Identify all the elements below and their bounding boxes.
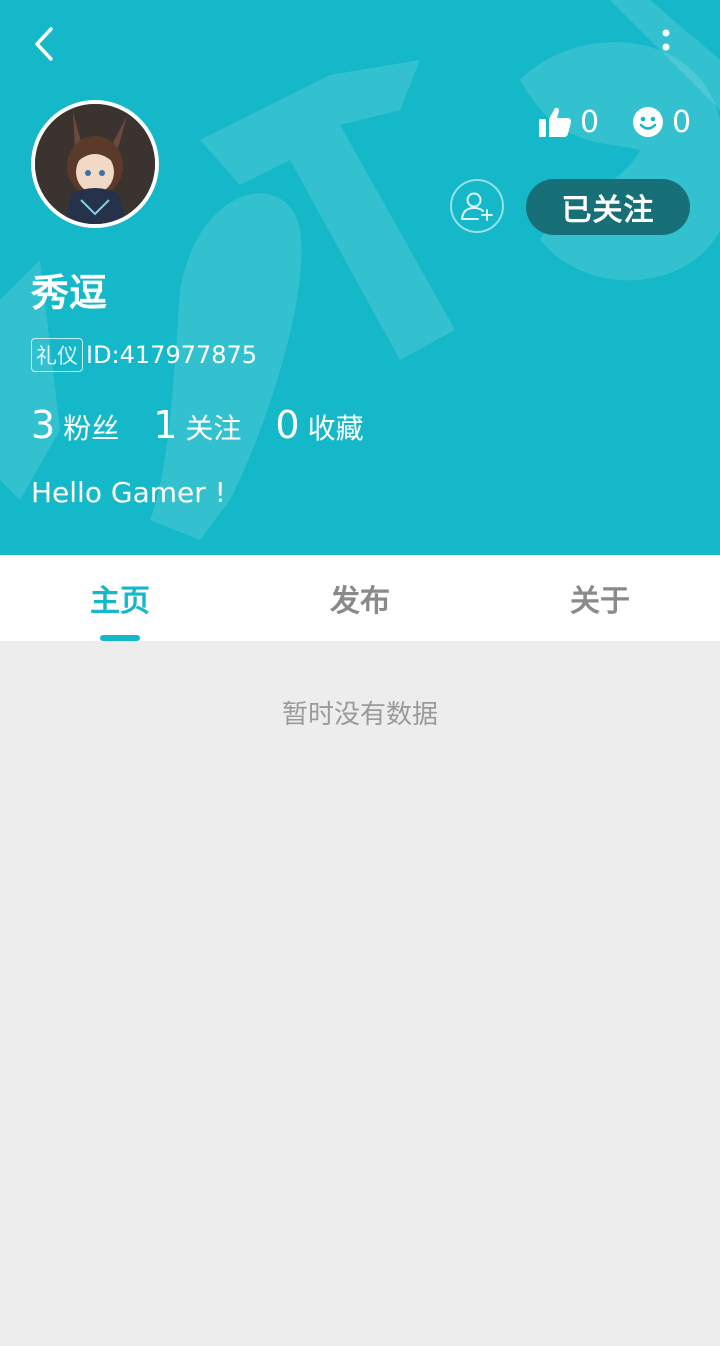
- following-count[interactable]: 1: [153, 403, 177, 447]
- profile-tabs: 主页 发布 关于: [0, 555, 720, 641]
- user-id-row: 礼仪 ID:417977875: [31, 338, 257, 372]
- tab-about-label: 关于: [570, 584, 630, 619]
- add-user-icon: [461, 192, 493, 221]
- back-button[interactable]: [24, 22, 64, 66]
- add-friend-button[interactable]: [450, 179, 504, 233]
- user-id: ID:417977875: [86, 341, 258, 369]
- avatar[interactable]: [31, 100, 159, 228]
- tab-posts[interactable]: 发布: [240, 555, 480, 641]
- avatar-image: [35, 104, 155, 224]
- thumbs-up-icon: [539, 107, 571, 137]
- empty-state-text: 暂时没有数据: [281, 700, 438, 730]
- tab-home-label: 主页: [90, 584, 150, 619]
- smiley-icon: [633, 107, 663, 137]
- tab-posts-label: 发布: [330, 584, 390, 619]
- emoji-count: 0: [672, 104, 692, 140]
- profile-stats: 3 粉丝 1 关注 0 收藏: [31, 403, 398, 447]
- chevron-left-icon: [35, 27, 53, 61]
- profile-header: 0 0 已关注 秀逗 礼仪 ID:417977875 3 粉丝 1 关注 0 收…: [0, 0, 720, 555]
- favorites-label[interactable]: 收藏: [308, 407, 364, 447]
- user-bio: Hello Gamer !: [31, 476, 226, 509]
- emoji-stat[interactable]: 0: [632, 102, 691, 142]
- tab-active-indicator: [100, 635, 140, 641]
- more-vertical-icon: [662, 29, 670, 51]
- favorites-count[interactable]: 0: [275, 403, 299, 447]
- background-watermark: [0, 0, 720, 540]
- tab-about[interactable]: 关于: [480, 555, 720, 641]
- following-label[interactable]: 关注: [185, 407, 241, 447]
- fans-count[interactable]: 3: [31, 403, 55, 447]
- likes-stat[interactable]: 0: [538, 102, 599, 142]
- more-options-button[interactable]: [646, 22, 686, 66]
- username: 秀逗: [31, 271, 108, 315]
- user-tag-badge: 礼仪: [31, 338, 83, 372]
- fans-label[interactable]: 粉丝: [63, 407, 119, 447]
- likes-count: 0: [580, 104, 600, 140]
- tab-home[interactable]: 主页: [0, 555, 240, 641]
- follow-button[interactable]: 已关注: [526, 179, 690, 235]
